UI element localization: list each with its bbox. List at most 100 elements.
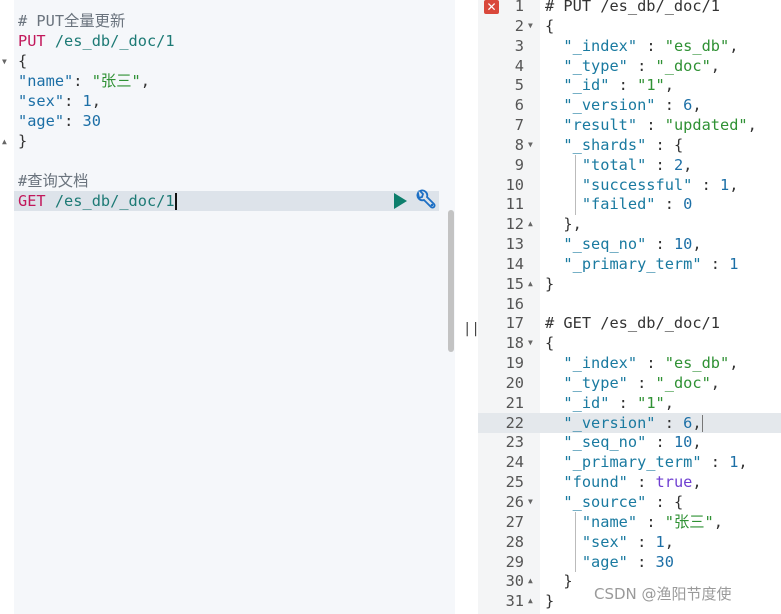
code-line: PUT /es_db/_doc/1 — [18, 31, 175, 51]
code-token: , — [664, 393, 674, 412]
fold-open-icon[interactable]: ▼ — [2, 57, 12, 66]
code-token: : — [637, 36, 665, 55]
code-token: : — [627, 473, 656, 492]
code-token: , — [710, 373, 721, 392]
code-line: { — [18, 51, 27, 71]
fold-close-icon[interactable]: ▲ — [528, 279, 538, 288]
line-number: 18 — [505, 334, 524, 353]
code-token: # GET /es_db/_doc/1 — [545, 314, 720, 333]
code-line: "successful" : 1, — [545, 175, 739, 195]
code-line: "failed" : 0 — [545, 194, 693, 214]
request-gutter — [0, 0, 14, 614]
code-token: "_index" — [545, 354, 638, 373]
code-token: "_doc" — [655, 56, 711, 75]
code-token: 6 — [683, 96, 693, 115]
code-token: "_seq_no" — [545, 433, 647, 452]
code-line: "_version" : 6, — [545, 95, 701, 115]
code-line: "sex": 1, — [18, 91, 101, 111]
code-token: , — [91, 92, 101, 110]
fold-open-icon[interactable]: ▼ — [528, 21, 538, 30]
code-token: , — [738, 453, 748, 472]
line-number: 11 — [505, 195, 524, 214]
fold-close-icon[interactable]: ▲ — [528, 596, 538, 605]
code-line: "_id" : "1", — [545, 393, 674, 413]
line-number: 7 — [514, 116, 524, 135]
code-token: : — [627, 373, 656, 392]
fold-close-icon[interactable]: ▲ — [2, 137, 12, 146]
code-token: : — [655, 413, 684, 432]
code-line: # PUT /es_db/_doc/1 — [545, 0, 720, 16]
code-token: "_shards" — [545, 135, 647, 154]
code-token: "_id" — [545, 76, 610, 95]
fold-open-icon[interactable]: ▼ — [528, 140, 538, 149]
code-token: : — [637, 116, 665, 135]
code-token: , — [729, 175, 739, 194]
code-token: 1 — [82, 92, 92, 110]
code-token: , — [729, 354, 739, 373]
code-token: , — [692, 433, 702, 452]
code-line: "result" : "updated", — [545, 115, 756, 135]
code-token: "1" — [637, 393, 665, 412]
code-line: "total" : 2, — [545, 155, 693, 175]
code-line: { — [545, 333, 554, 353]
line-number: 8 — [514, 135, 524, 154]
code-line: "name": "张三", — [18, 71, 150, 91]
fold-open-icon[interactable]: ▼ — [528, 338, 538, 347]
code-line: GET /es_db/_doc/1 — [18, 191, 177, 211]
code-token: : — [646, 235, 674, 254]
code-line: } — [545, 591, 554, 611]
wrench-icon[interactable] — [414, 189, 438, 211]
code-token: , — [683, 155, 693, 174]
code-line: "_id" : "1", — [545, 75, 674, 95]
code-token: "_type" — [545, 373, 628, 392]
code-line: "_index" : "es_db", — [545, 36, 738, 56]
code-token: "张三" — [91, 72, 141, 90]
line-number: 23 — [505, 433, 524, 452]
line-number: 15 — [505, 274, 524, 293]
code-token: : — [701, 254, 730, 273]
line-number: 27 — [505, 512, 524, 531]
request-scrollbar[interactable] — [448, 210, 454, 352]
code-line: } — [545, 274, 554, 294]
text-cursor — [174, 193, 177, 210]
code-token: { — [545, 334, 555, 353]
line-number: 13 — [505, 235, 524, 254]
line-number: 21 — [505, 393, 524, 412]
code-line: } — [18, 131, 27, 151]
fold-close-icon[interactable]: ▲ — [528, 576, 538, 585]
code-line: "_primary_term" : 1, — [545, 452, 748, 472]
code-token: , — [692, 413, 702, 432]
code-token: "es_db" — [664, 354, 730, 373]
code-token: } — [545, 274, 555, 293]
code-token: "total" — [545, 155, 647, 174]
line-number: 24 — [505, 453, 524, 472]
code-token: : — [637, 512, 665, 531]
line-number: 26 — [505, 493, 524, 511]
code-line: "_seq_no" : 10, — [545, 234, 701, 254]
code-line: "_version" : 6, — [545, 413, 703, 433]
code-token: 30 — [655, 552, 674, 571]
code-line: # PUT全量更新 — [18, 11, 125, 31]
code-line: "_type" : "_doc", — [545, 56, 720, 76]
line-number: 6 — [514, 96, 524, 115]
line-number: 28 — [505, 532, 524, 551]
code-token: : — [609, 393, 638, 412]
code-token: , — [710, 56, 721, 75]
fold-open-icon[interactable]: ▼ — [528, 497, 538, 506]
code-token: "_doc" — [655, 373, 711, 392]
code-line: "_primary_term" : 1 — [545, 254, 738, 274]
code-token: "successful" — [545, 175, 693, 194]
play-icon[interactable] — [394, 193, 407, 209]
code-token: , — [713, 512, 723, 531]
fold-close-icon[interactable]: ▲ — [528, 219, 538, 228]
code-token: "_version" — [545, 96, 656, 115]
code-token: : — [655, 96, 684, 115]
code-token: "_primary_term" — [545, 453, 702, 472]
code-token: : { — [646, 493, 684, 511]
code-token: "name" — [545, 512, 638, 531]
watermark: CSDN @渔阳节度使 — [594, 585, 732, 603]
code-token: : — [646, 433, 674, 452]
code-token: "found" — [545, 473, 628, 492]
code-token: 10 — [673, 433, 693, 452]
line-number: 31 — [505, 592, 524, 611]
